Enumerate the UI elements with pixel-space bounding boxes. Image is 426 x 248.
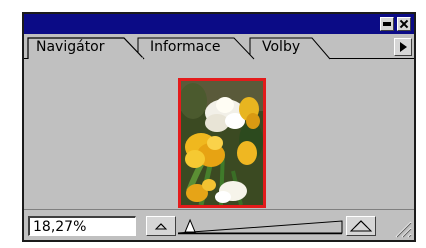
image-thumbnail[interactable] <box>178 78 266 208</box>
tab-informace[interactable]: Informace <box>150 39 221 55</box>
zoom-slider-thumb[interactable] <box>184 218 196 233</box>
tab-navigator[interactable]: Navigátor <box>36 39 105 55</box>
tab-row: Navigátor Informace Volby <box>24 34 414 60</box>
title-bar[interactable] <box>24 14 414 34</box>
zoom-out-button[interactable] <box>146 216 176 236</box>
resize-grip-icon[interactable] <box>392 218 412 238</box>
zoom-percent-field[interactable] <box>28 216 136 236</box>
zoom-slider[interactable] <box>177 216 344 236</box>
flower-photo <box>181 81 263 205</box>
zoom-slider-track <box>177 218 343 235</box>
navigator-palette-window: Navigátor Informace Volby <box>22 12 416 242</box>
tab-volby[interactable]: Volby <box>262 39 300 55</box>
small-mountain-icon <box>154 223 168 230</box>
navigator-content <box>24 60 414 212</box>
triangle-right-icon[interactable] <box>394 38 412 56</box>
minimize-icon[interactable] <box>380 17 394 31</box>
zoom-in-button[interactable] <box>346 216 376 236</box>
large-mountain-icon <box>349 220 373 232</box>
close-icon[interactable] <box>397 17 411 31</box>
zoom-bar <box>24 209 414 240</box>
